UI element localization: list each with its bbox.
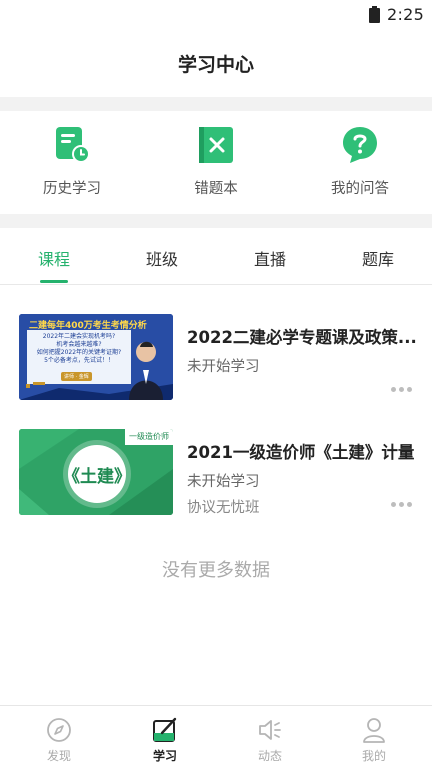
quick-action-label: 错题本 [194,181,238,197]
status-bar: 2:25 [0,0,432,30]
compass-icon [47,718,71,742]
nav-profile[interactable]: 我的 [320,706,428,768]
quick-actions: 历史学习 错题本 我的问答 [0,111,432,214]
thumbnail-center-text: 《土建》 [63,467,131,487]
more-options-icon[interactable] [391,502,413,508]
content-tabs: 课程 班级 直播 题库 [0,228,432,285]
more-options-icon[interactable] [391,387,413,393]
wrong-questions-icon [199,127,233,163]
course-status: 未开始学习 [187,359,260,375]
tab-live[interactable]: 直播 [216,246,324,270]
nav-label: 动态 [257,749,282,763]
thumbnail-line: 机考会越来越难? [56,341,102,348]
study-icon [153,717,177,742]
qa-icon [343,127,377,163]
quick-action-history[interactable]: 历史学习 [0,111,144,214]
course-status: 未开始学习 [187,474,260,490]
thumbnail-badge: 讲师 · 金辉 [61,372,92,381]
thumbnail-line: 如何把握2022年的关键考证期? [36,349,122,356]
quick-action-label: 我的问答 [331,181,389,197]
quick-action-label: 历史学习 [43,181,101,197]
no-more-data-text: 没有更多数据 [162,560,270,581]
nav-study[interactable]: 学习 [111,706,219,768]
course-item[interactable]: 二建每年400万考生考情分析 2022年二建会实现机考吗? 机考会越来越难? 如… [0,314,432,414]
course-thumbnail[interactable]: 一级造价师 《土建》 [19,429,173,515]
nav-label: 发现 [46,749,71,763]
nav-label: 学习 [152,749,177,763]
section-divider [0,214,432,228]
section-divider [0,97,432,111]
tab-courses[interactable]: 课程 [0,246,108,270]
history-icon [56,127,90,163]
tab-classes[interactable]: 班级 [108,246,216,270]
status-time: 2:25 [387,5,425,24]
course-title[interactable]: 2021一级造价师《土建》计量 [187,439,417,463]
bottom-navigation: 发现 学习 动态 我的 [0,705,432,768]
thumbnail-line: 5个必备考点，先试试！！ [44,357,114,364]
quick-action-wrong-questions[interactable]: 错题本 [144,111,288,214]
thumbnail-text: 2022年二建会实现机考吗? 机考会越来越难? 如何把握2022年的关键考证期?… [29,333,129,365]
battery-icon [369,6,380,23]
thumbnail-headline: 二建每年400万考生考情分析 [29,321,147,331]
thumbnail-corner-label: 一级造价师 [129,432,169,441]
course-thumbnail[interactable]: 二建每年400万考生考情分析 2022年二建会实现机考吗? 机考会越来越难? 如… [19,314,173,400]
profile-icon [363,718,385,743]
active-tab-indicator [40,280,68,283]
tab-question-bank[interactable]: 题库 [324,246,432,270]
thumbnail-line: 2022年二建会实现机考吗? [42,333,116,340]
course-title[interactable]: 2022二建必学专题课及政策... [187,324,417,348]
page-title: 学习中心 [177,54,254,76]
course-item[interactable]: 一级造价师 《土建》 2021一级造价师《土建》计量 未开始学习 协议无忧班 [0,429,432,529]
speaker-icon [259,720,281,740]
nav-discover[interactable]: 发现 [5,706,113,768]
nav-updates[interactable]: 动态 [216,706,324,768]
nav-label: 我的 [361,749,386,763]
course-class-tag: 协议无忧班 [187,500,260,516]
quick-action-my-qa[interactable]: 我的问答 [288,111,432,214]
